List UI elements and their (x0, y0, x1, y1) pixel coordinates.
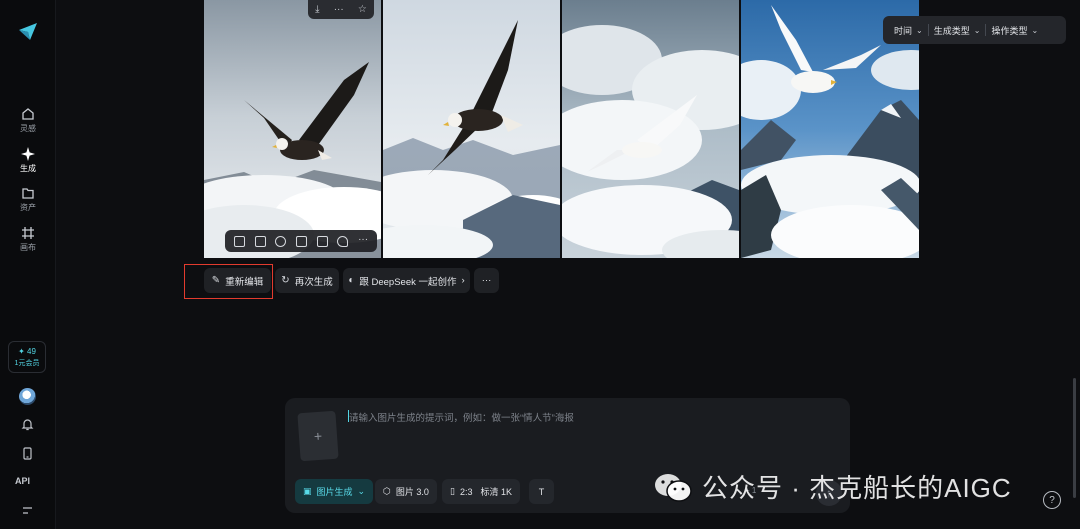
bell-icon[interactable] (20, 417, 35, 432)
phone-icon[interactable] (20, 446, 35, 461)
model-select[interactable]: ⬡ 图片 3.0 (375, 479, 437, 504)
image-hover-toolbar: ⤓ ··· ☆ (308, 0, 374, 19)
model-label: 图片 3.0 (395, 487, 429, 497)
brush-icon[interactable] (337, 235, 349, 247)
watermark-text: 公众号 · 杰克船长的AIGC (702, 473, 1012, 503)
regenerate-label: 再次生成 (294, 276, 333, 288)
expand-icon[interactable] (295, 235, 307, 247)
sidebar-item-assets[interactable]: 资产 (6, 182, 50, 216)
more-label: ··· (481, 275, 492, 286)
sidebar-item-inspiration[interactable]: 灵感 (6, 103, 50, 137)
quality-label: 标清 1K (480, 487, 512, 497)
play-icon[interactable] (316, 235, 328, 247)
mode-select[interactable]: ▣ 图片生成 ⌄ (295, 479, 374, 504)
mode-label: 图片生成 (316, 487, 353, 497)
deepseek-icon: ◐ (348, 275, 355, 286)
menu-icon[interactable] (20, 503, 35, 518)
regenerate-button[interactable]: ↻ 再次生成 (275, 268, 339, 293)
sidebar-item-label: 画布 (20, 242, 36, 252)
image-edit-toolbar: ··· (225, 230, 377, 252)
home-icon (22, 107, 34, 120)
filter-label: 时间 (894, 25, 913, 36)
edit-icon: ✎ (211, 275, 221, 286)
more-icon[interactable]: ··· (334, 4, 344, 15)
add-reference-image-button[interactable]: + (297, 410, 339, 462)
filter-operation-type[interactable]: 操作类型 ⌄ (986, 24, 1043, 37)
canvas-icon (22, 226, 34, 239)
more-actions-button[interactable]: ··· (474, 268, 499, 293)
prompt-input[interactable] (349, 408, 819, 428)
text-format-icon: T (538, 486, 545, 497)
sidebar: 灵感 生成 资产 画布 ✦ 49 1元会员 API (0, 0, 56, 529)
scrollbar[interactable] (1073, 378, 1076, 498)
chevron-down-icon: ⌄ (357, 486, 366, 496)
help-button[interactable]: ? (1043, 491, 1061, 509)
star-icon[interactable]: ☆ (358, 4, 367, 15)
download-icon[interactable]: ⤓ (315, 4, 319, 15)
folder-icon (22, 187, 34, 199)
membership-promo[interactable]: ✦ 49 1元会员 (8, 341, 46, 373)
refresh-icon: ↻ (281, 275, 290, 286)
sidebar-item-label: 生成 (20, 163, 36, 173)
promo-points: ✦ 49 (18, 346, 36, 356)
help-icon: ? (1049, 494, 1055, 506)
chevron-right-icon: › (461, 275, 465, 286)
generated-image-1[interactable] (204, 0, 381, 258)
sidebar-item-generate[interactable]: 生成 (6, 143, 50, 177)
sparkle-icon (21, 146, 35, 161)
sidebar-item-canvas[interactable]: 画布 (6, 222, 50, 256)
more-icon[interactable]: ··· (358, 234, 368, 247)
filter-bar: 时间 ⌄ 生成类型 ⌄ 操作类型 ⌄ (883, 16, 1066, 44)
wechat-logo-icon (655, 473, 692, 502)
image-icon: ▣ (303, 486, 312, 496)
ratio-quality-select[interactable]: ▯ 2:3 标清 1K (442, 479, 520, 504)
sidebar-item-label: 资产 (20, 202, 36, 212)
chevron-down-icon: ⌄ (916, 25, 923, 35)
api-link[interactable]: API (15, 476, 30, 486)
generated-image-2[interactable] (383, 0, 560, 258)
promo-label: 1元会员 (14, 359, 40, 367)
filter-label: 生成类型 (933, 25, 970, 36)
reedit-button[interactable]: ✎ 重新编辑 (204, 268, 271, 293)
hd-icon[interactable] (254, 235, 266, 247)
deepseek-create-button[interactable]: ◐ 跟 DeepSeek 一起创作 › (343, 268, 470, 293)
ratio-icon: ▯ (450, 486, 455, 496)
app-window: 灵感 生成 资产 画布 ✦ 49 1元会员 API ⤓ ··· ☆ ··· 时间… (0, 0, 1080, 529)
eraser-icon[interactable] (275, 235, 287, 247)
reedit-label: 重新编辑 (225, 276, 264, 288)
filter-label: 操作类型 (991, 25, 1028, 36)
chevron-down-icon: ⌄ (973, 25, 981, 35)
cube-icon: ⬡ (383, 486, 391, 496)
ratio-label: 2:3 (459, 486, 473, 497)
text-format-button[interactable]: T (529, 479, 554, 504)
watermark: 公众号 · 杰克船长的AIGC (652, 468, 1012, 505)
filter-time[interactable]: 时间 ⌄ (889, 24, 928, 37)
deepseek-label: 跟 DeepSeek 一起创作 (359, 276, 457, 288)
avatar[interactable] (19, 388, 36, 405)
sidebar-item-label: 灵感 (20, 123, 36, 133)
generated-image-3[interactable] (562, 0, 739, 258)
filter-generation-type[interactable]: 生成类型 ⌄ (929, 24, 986, 37)
chevron-down-icon: ⌄ (1031, 25, 1039, 35)
plus-icon: + (313, 427, 323, 445)
logo-icon[interactable] (17, 20, 39, 42)
resize-icon[interactable] (233, 235, 245, 247)
